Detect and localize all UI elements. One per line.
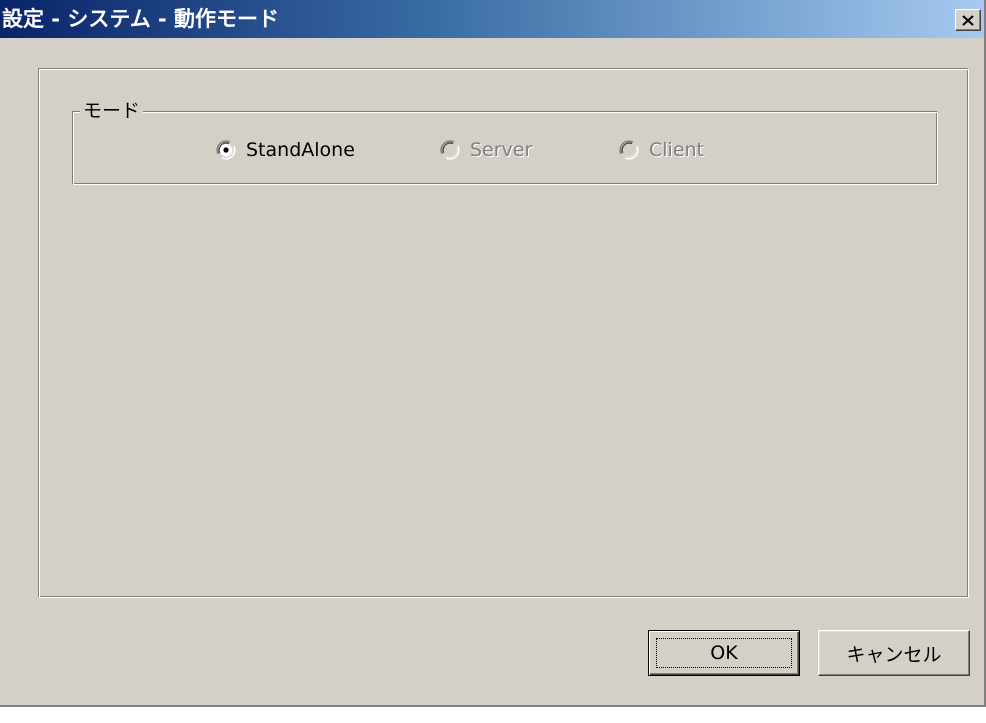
radio-standalone-label: StandAlone — [246, 139, 355, 161]
radio-selected-icon — [216, 140, 236, 160]
close-button[interactable] — [955, 9, 981, 31]
ok-button-label: OK — [710, 642, 738, 664]
dialog-window: 設定 - システム - 動作モード モード StandAlone Server … — [0, 0, 986, 707]
radio-server[interactable]: Server — [440, 137, 532, 163]
radio-standalone[interactable]: StandAlone — [216, 137, 355, 163]
radio-unselected-icon — [440, 140, 460, 160]
radio-server-label: Server — [470, 139, 533, 161]
mode-group-label: モード — [80, 99, 144, 123]
title-bar[interactable]: 設定 - システム - 動作モード — [0, 0, 984, 38]
radio-client-label: Client — [649, 139, 705, 161]
window-title: 設定 - システム - 動作モード — [2, 7, 280, 31]
close-icon — [962, 14, 974, 26]
radio-client[interactable]: Client — [619, 137, 704, 163]
cancel-button-label: キャンセル — [846, 643, 942, 666]
radio-unselected-icon — [619, 140, 639, 160]
cancel-button[interactable]: キャンセル — [818, 630, 970, 676]
ok-button[interactable]: OK — [648, 630, 800, 676]
